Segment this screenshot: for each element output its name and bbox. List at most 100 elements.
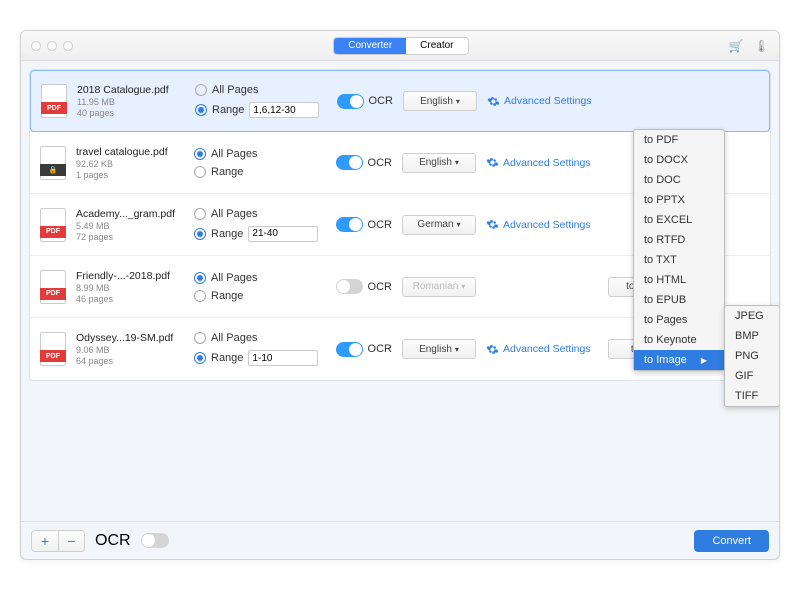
menu-item[interactable]: JPEG [725,306,779,326]
add-button[interactable]: + [32,531,58,551]
menu-item[interactable]: to Pages [634,310,724,330]
advanced-label: Advanced Settings [504,95,592,107]
all-pages-radio[interactable] [194,332,206,344]
file-name: 2018 Catalogue.pdf [77,84,185,96]
traffic-min[interactable] [47,41,57,51]
page-range-group: All Pages Range [194,208,326,242]
remove-button[interactable]: − [58,531,84,551]
image-submenu[interactable]: JPEGBMPPNGGIFTIFF [724,305,779,407]
content: PDF 2018 Catalogue.pdf 11.95 MB 40 pages… [21,61,779,521]
menu-item[interactable]: to EXCEL [634,210,724,230]
thermometer-icon[interactable]: 🌡 [754,39,769,53]
language-value: English [420,96,453,107]
chevron-right-icon: ▶ [701,356,707,365]
file-info: 2018 Catalogue.pdf 11.95 MB 40 pages [77,84,185,118]
all-pages-radio[interactable] [195,84,207,96]
menu-item[interactable]: TIFF [725,386,779,406]
language-select[interactable]: Romanian ▾ [402,277,476,297]
file-name: Friendly-...-2018.pdf [76,270,184,282]
gear-icon [486,156,499,169]
table-row[interactable]: PDF 2018 Catalogue.pdf 11.95 MB 40 pages… [30,70,770,132]
range-radio[interactable] [194,352,206,364]
chevron-down-icon: ▾ [455,158,459,167]
file-size: 8.99 MB [76,283,184,293]
file-info: Odyssey...19-SM.pdf 9.06 MB 64 pages [76,332,184,366]
advanced-settings-link[interactable]: Advanced Settings [486,156,598,169]
ocr-group: OCR [336,155,392,170]
advanced-settings-link[interactable]: Advanced Settings [487,95,599,108]
chevron-down-icon: ▾ [457,220,461,229]
convert-button[interactable]: Convert [694,530,769,552]
range-label: Range [212,104,244,116]
file-pages: 64 pages [76,356,184,366]
format-menu[interactable]: to PDFto DOCXto DOCto PPTXto EXCELto RTF… [633,129,725,371]
menu-item[interactable]: to HTML [634,270,724,290]
range-input[interactable] [248,226,318,242]
menu-item[interactable]: to TXT [634,250,724,270]
chevron-down-icon: ▾ [455,345,459,354]
ocr-switch[interactable] [336,155,363,170]
range-label: Range [211,352,243,364]
advanced-settings-link[interactable]: Advanced Settings [486,218,598,231]
menu-item[interactable]: to RTFD [634,230,724,250]
range-radio[interactable] [194,290,206,302]
all-pages-radio[interactable] [194,148,206,160]
all-pages-label: All Pages [211,208,257,220]
range-input[interactable] [248,350,318,366]
add-remove: + − [31,530,85,552]
file-info: travel catalogue.pdf 92.62 KB 1 pages [76,146,184,180]
page-range-group: All Pages Range [194,272,326,302]
language-select[interactable]: German ▾ [402,215,476,235]
ocr-switch[interactable] [336,342,363,357]
file-name: Odyssey...19-SM.pdf [76,332,184,344]
pdf-icon: PDF [41,84,67,118]
traffic-close[interactable] [31,41,41,51]
language-value: English [419,157,452,168]
page-range-group: All Pages Range [194,148,326,178]
advanced-label: Advanced Settings [503,219,591,231]
language-select[interactable]: English ▾ [402,339,476,359]
file-pages: 72 pages [76,232,184,242]
all-pages-radio[interactable] [194,272,206,284]
ocr-switch[interactable] [336,279,363,294]
ocr-group: OCR [336,217,392,232]
range-radio[interactable] [195,104,207,116]
menu-item[interactable]: to PDF [634,130,724,150]
footer: + − OCR Convert [21,521,779,559]
advanced-label: Advanced Settings [503,343,591,355]
menu-item[interactable]: to Image▶ [634,350,724,370]
range-input[interactable] [249,102,319,118]
menu-item[interactable]: PNG [725,346,779,366]
file-pages: 46 pages [76,294,184,304]
all-pages-label: All Pages [212,84,258,96]
menu-item[interactable]: GIF [725,366,779,386]
menu-item[interactable]: to EPUB [634,290,724,310]
all-pages-label: All Pages [211,332,257,344]
menu-item[interactable]: to DOCX [634,150,724,170]
range-radio[interactable] [194,228,206,240]
file-name: travel catalogue.pdf [76,146,184,158]
footer-ocr-switch[interactable] [141,533,169,548]
menu-item[interactable]: to DOC [634,170,724,190]
file-size: 5.49 MB [76,221,184,231]
file-size: 11.95 MB [77,97,185,107]
language-value: Romanian [413,281,459,292]
all-pages-radio[interactable] [194,208,206,220]
ocr-switch[interactable] [336,217,363,232]
language-select[interactable]: English ▾ [402,153,476,173]
cart-icon[interactable]: 🛒 [729,39,744,53]
advanced-settings-link[interactable]: Advanced Settings [486,343,598,356]
menu-item[interactable]: BMP [725,326,779,346]
language-select[interactable]: English ▾ [403,91,477,111]
menu-item[interactable]: to PPTX [634,190,724,210]
file-info: Academy..._gram.pdf 5.49 MB 72 pages [76,208,184,242]
tab-converter[interactable]: Converter [334,38,406,54]
ocr-group: OCR [336,279,392,294]
range-radio[interactable] [194,166,206,178]
traffic-max[interactable] [63,41,73,51]
tab-creator[interactable]: Creator [406,38,467,54]
file-size: 92.62 KB [76,159,184,169]
gear-icon [487,95,500,108]
menu-item[interactable]: to Keynote [634,330,724,350]
ocr-switch[interactable] [337,94,364,109]
